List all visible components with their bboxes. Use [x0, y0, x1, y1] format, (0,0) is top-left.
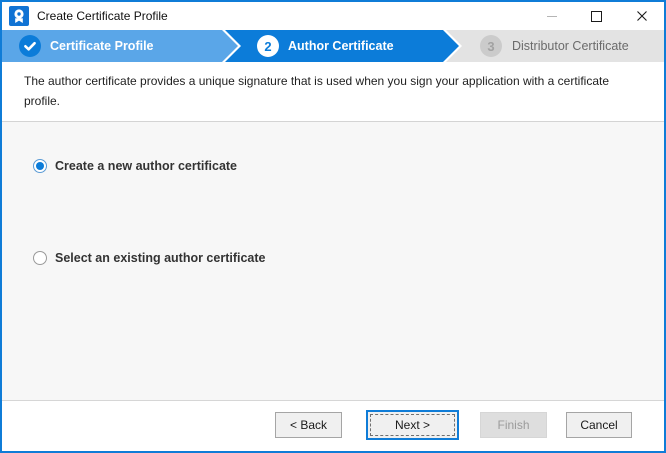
- close-icon: [637, 11, 647, 21]
- window-controls: [529, 2, 664, 30]
- step-certificate-profile: Certificate Profile: [2, 30, 238, 62]
- content-area: Create a new author certificate Select a…: [2, 122, 664, 401]
- step-distributor-certificate: 3 Distributor Certificate: [446, 30, 664, 62]
- wizard-step-bar: Certificate Profile 2 Author Certificate…: [2, 30, 664, 62]
- window-title: Create Certificate Profile: [37, 9, 168, 23]
- button-bar: < Back Next > Finish Cancel: [2, 401, 664, 451]
- radio-selected-icon: [33, 159, 47, 173]
- radio-label: Select an existing author certificate: [55, 251, 266, 265]
- radio-create-new-author-certificate[interactable]: Create a new author certificate: [33, 155, 237, 177]
- finish-button[interactable]: Finish: [480, 412, 547, 438]
- back-button[interactable]: < Back: [275, 412, 342, 438]
- create-certificate-profile-dialog: Create Certificate Profile Certificat: [0, 0, 666, 453]
- radio-unselected-icon: [33, 251, 47, 265]
- maximize-button[interactable]: [574, 2, 619, 30]
- next-button[interactable]: Next >: [366, 410, 459, 440]
- minimize-button[interactable]: [529, 2, 574, 30]
- titlebar[interactable]: Create Certificate Profile: [2, 2, 664, 30]
- radio-select-existing-author-certificate[interactable]: Select an existing author certificate: [33, 247, 266, 269]
- step-number-badge: 2: [257, 35, 279, 57]
- maximize-icon: [591, 11, 602, 22]
- step-author-certificate: 2 Author Certificate: [225, 30, 459, 62]
- step-label: Author Certificate: [288, 39, 394, 53]
- step-description: The author certificate provides a unique…: [2, 62, 664, 122]
- check-icon: [19, 35, 41, 57]
- step-number-badge: 3: [480, 35, 502, 57]
- step-completed-badge: [19, 35, 41, 57]
- radio-label: Create a new author certificate: [55, 159, 237, 173]
- certificate-badge-icon: [9, 6, 29, 26]
- step-label: Distributor Certificate: [512, 39, 629, 53]
- step-label: Certificate Profile: [50, 39, 154, 53]
- cancel-button[interactable]: Cancel: [566, 412, 632, 438]
- minimize-icon: [547, 16, 557, 17]
- close-button[interactable]: [619, 2, 664, 30]
